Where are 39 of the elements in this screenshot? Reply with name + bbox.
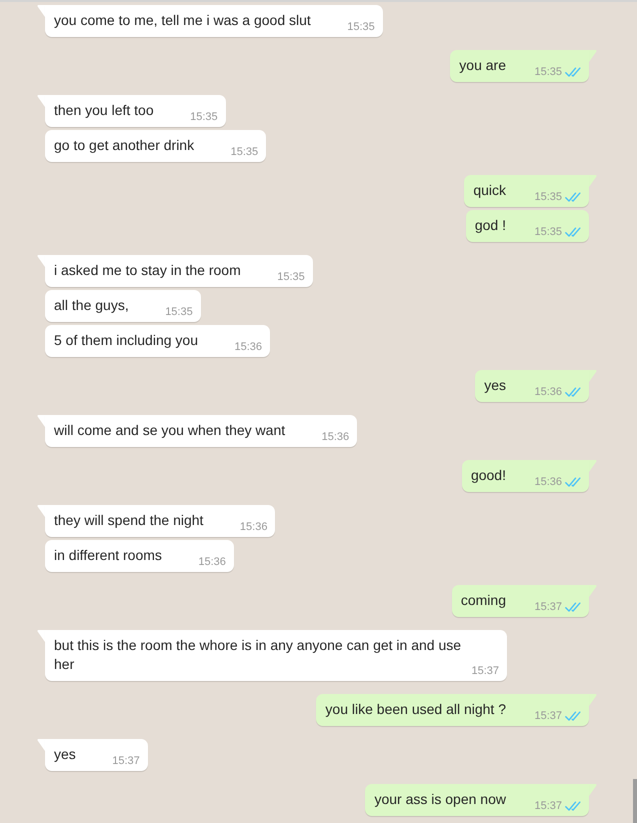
message-time: 15:37 bbox=[534, 600, 562, 615]
message-time: 15:35 bbox=[165, 305, 193, 320]
message-time: 15:36 bbox=[322, 430, 350, 445]
message-time: 15:37 bbox=[534, 709, 562, 724]
message-text: yes bbox=[54, 746, 76, 762]
message-time: 15:35 bbox=[534, 190, 562, 205]
message-time: 15:36 bbox=[234, 340, 262, 355]
message-time: 15:35 bbox=[347, 20, 375, 35]
message-text: i asked me to stay in the room bbox=[54, 262, 241, 278]
message-time: 15:35 bbox=[534, 225, 562, 240]
message-text: 5 of them including you bbox=[54, 332, 198, 348]
message-text: coming bbox=[460, 592, 506, 608]
message-time: 15:36 bbox=[534, 385, 562, 400]
message-time: 15:35 bbox=[230, 145, 258, 160]
message-text: you are bbox=[459, 57, 506, 73]
message-text: quick bbox=[473, 182, 506, 198]
message-time: 15:35 bbox=[190, 110, 218, 125]
message-text: you come to me, tell me i was a good slut bbox=[54, 12, 311, 28]
message-time: 15:37 bbox=[112, 754, 140, 769]
message-text: then you left too bbox=[54, 102, 154, 118]
message-time: 15:36 bbox=[198, 555, 226, 570]
message-text: good! bbox=[470, 467, 506, 483]
message-time: 15:37 bbox=[534, 799, 562, 814]
message-text: but this is the room the whore is in any anyone can get in and use her bbox=[54, 637, 462, 672]
message-text: you like been used all night ? bbox=[325, 701, 506, 717]
message-time: 15:36 bbox=[240, 520, 268, 535]
message-text: your ass is open now bbox=[374, 791, 506, 807]
message-text: all the guys, bbox=[54, 297, 129, 313]
message-text: in different rooms bbox=[54, 547, 162, 563]
message-text: go to get another drink bbox=[54, 137, 194, 153]
scrollbar-thumb[interactable] bbox=[633, 779, 637, 823]
message-text: will come and se you when they want bbox=[54, 422, 286, 438]
message-time: 15:35 bbox=[277, 270, 305, 285]
message-time: 15:35 bbox=[534, 65, 562, 80]
message-text: yes bbox=[484, 377, 506, 393]
message-time: 15:36 bbox=[534, 475, 562, 490]
message-text: god ! bbox=[474, 217, 506, 233]
message-text: they will spend the night bbox=[54, 512, 204, 528]
message-time: 15:37 bbox=[471, 664, 499, 679]
